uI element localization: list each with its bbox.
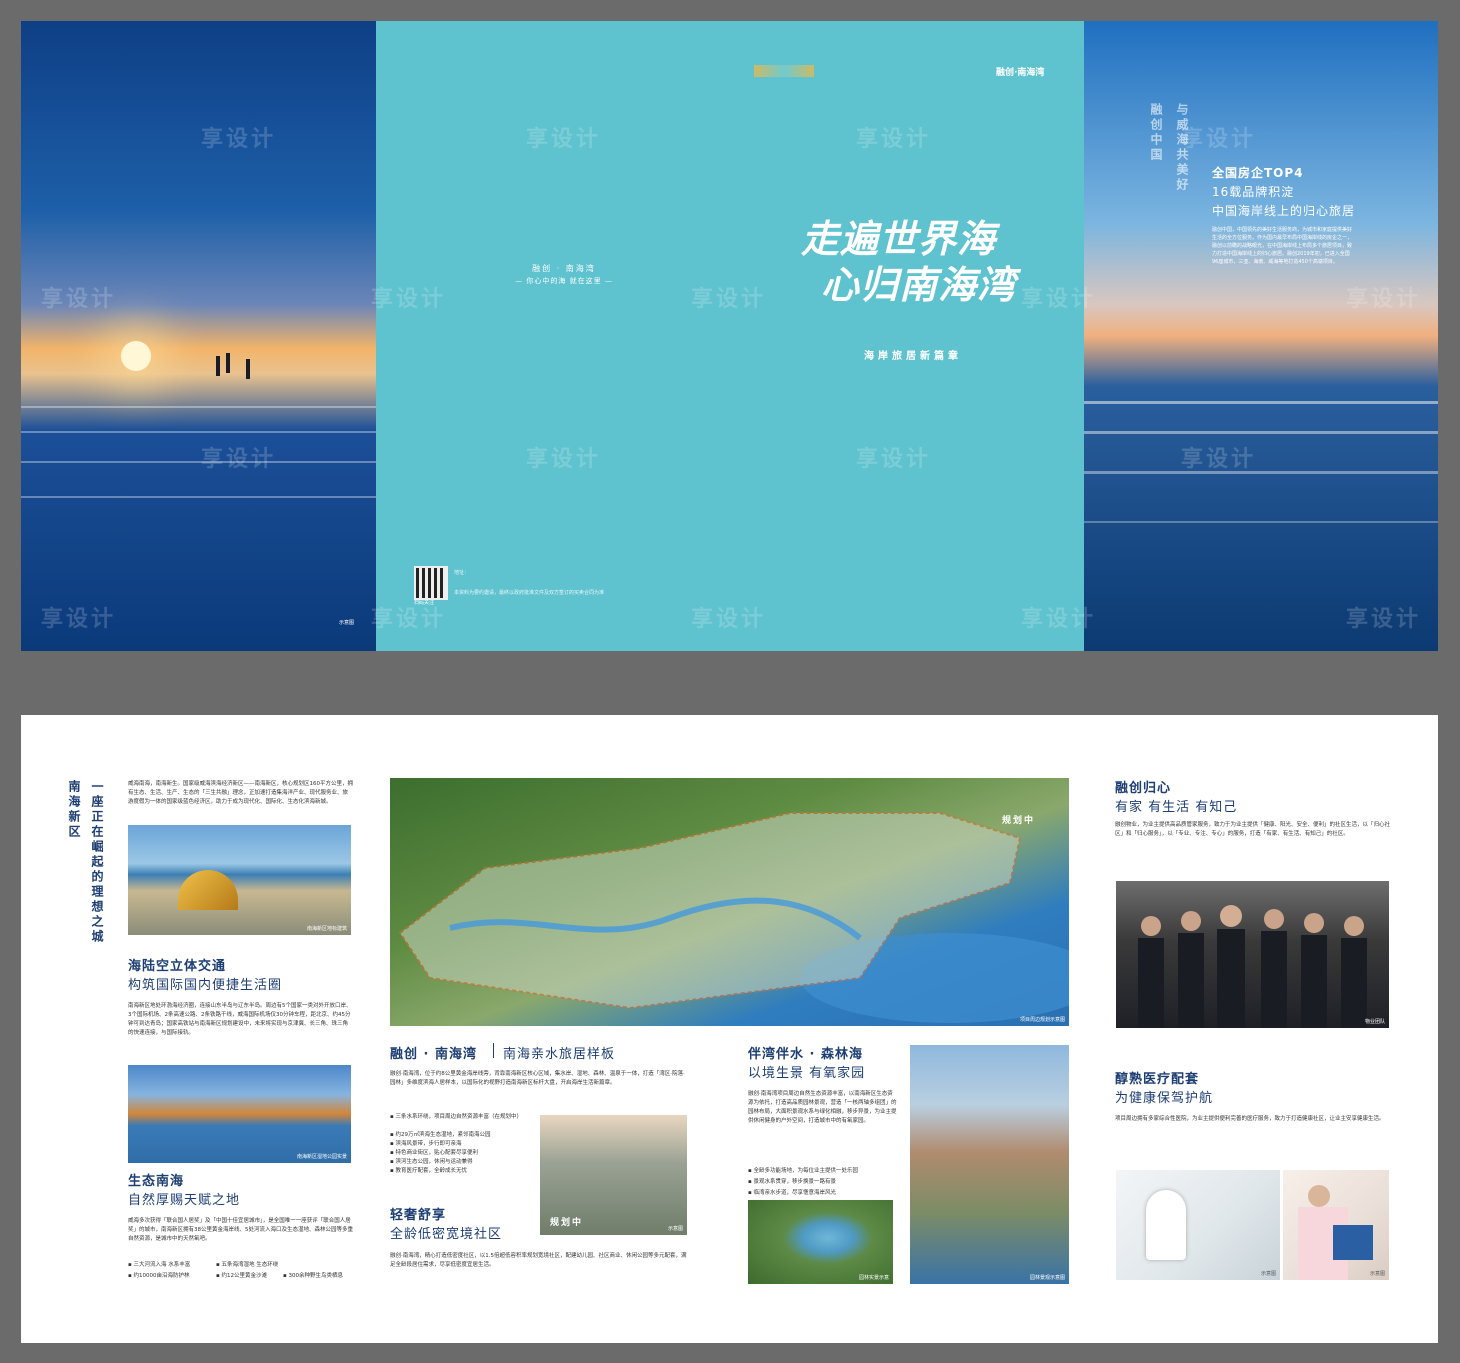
eco-bullet: ▪ 五条海湾湿地 生态环绕 (216, 1262, 279, 1268)
forest-body: 融创·南海湾项目周边自然生态资源丰富，以南海新区生态资源为依托，打造高品质园林景… (748, 1091, 897, 1124)
golden-sculpture (178, 870, 238, 910)
title-divider (493, 1043, 494, 1058)
eco-bullet: ▪ 300余种野生鸟类栖息 (283, 1273, 343, 1279)
watermark: 享设计 (1181, 127, 1257, 152)
eco-bullet: ▪ 约12公里黄金沙滩 (216, 1273, 267, 1279)
right-title-2: 16载品牌积淀 (1212, 185, 1295, 199)
inner-spread: 南海新区 一座正在崛起的理想之城 威海南海，南海新生。国家级威海滨海经济新区——… (21, 715, 1438, 1343)
watermark: 享设计 (691, 607, 767, 632)
watermark: 享设计 (526, 447, 602, 472)
luxe-subheading: 全龄低密宽境社区 (390, 1227, 503, 1242)
medical-photo-2: 示意图 (1283, 1170, 1389, 1280)
watermark: 享设计 (41, 607, 117, 632)
luxe-heading: 轻奢舒享 (390, 1208, 447, 1223)
right-title-3: 中国海岸线上的归心旅居 (1212, 204, 1356, 218)
watermark: 享设计 (1021, 287, 1097, 312)
project-bullet: ▪ 滨海风景带，步行即可亲海 (390, 1141, 462, 1147)
forest-heading: 伴湾伴水 · 森林海 (748, 1047, 863, 1062)
eco-bullet: ▪ 三大河流入海 水系丰富 (128, 1262, 191, 1268)
landmark-photo: 南海新区地标建筑 (128, 825, 351, 935)
watermark: 享设计 (41, 287, 117, 312)
project-bullet: ▪ 约29万㎡滨海生态湿地，紧邻南海公园 (390, 1132, 491, 1138)
forest-bullet: ▪ 景观水系贯穿，移步换景一路有景 (748, 1179, 836, 1185)
headline-line-1: 走遍世界海 (801, 216, 997, 261)
service-body: 融创物业，为业主提供高品质管家服务，致力于为业主提供「健康、阳光、安全、便利」的… (1115, 822, 1391, 837)
medical-subheading: 为健康保驾护航 (1115, 1091, 1214, 1106)
vertical-text-1: 融创中国 (1149, 103, 1163, 163)
garden-aerial-photo: 园林实景示意 (748, 1200, 893, 1284)
property-staff-photo: 物业团队 (1116, 881, 1389, 1028)
right-title-1: 全国房企TOP4 (1212, 166, 1304, 180)
address-text: 地址： (454, 570, 470, 576)
watermark: 享设计 (371, 287, 447, 312)
cover-subtitle: 海岸旅居新篇章 (864, 351, 962, 362)
sun (121, 341, 151, 371)
brand-logo (754, 65, 814, 77)
medical-photo-1: 示意图 (1116, 1170, 1280, 1280)
slogan-line-1: 融创 · 南海湾 (532, 264, 596, 273)
cover-spread: 示意图 融创·南海湾 融创 · 南海湾 — 你心中的海 就在这里 — 走遍世界海… (21, 21, 1438, 651)
forest-bullet: ▪ 全龄多功能场地，为每位业主提供一处乐园 (748, 1168, 858, 1174)
watermark: 享设计 (201, 127, 277, 152)
watermark: 享设计 (201, 447, 277, 472)
project-bullet: ▪ 教育医疗配套，全龄成长无忧 (390, 1168, 467, 1174)
planning-label: 规划中 (1002, 816, 1036, 826)
col1-vertical-title: 南海新区 (67, 780, 81, 840)
left-panel-sunset-photo: 示意图 (21, 21, 376, 651)
medical-heading: 醇熟医疗配套 (1115, 1072, 1200, 1087)
person-silhouette (246, 359, 250, 379)
eco-subheading: 自然厚赐天赋之地 (128, 1193, 241, 1208)
traffic-subheading: 构筑国际国内便捷生活圈 (128, 978, 283, 993)
photo-caption: 示意图 (339, 620, 355, 626)
watermark: 享设计 (856, 447, 932, 472)
project-subtitle: 南海亲水旅居样板 (503, 1047, 616, 1062)
traffic-heading: 海陆空立体交通 (128, 959, 227, 974)
service-heading: 融创归心 (1115, 781, 1172, 796)
forest-subheading: 以境生景 有氧家园 (748, 1066, 866, 1081)
person-silhouette (216, 356, 220, 376)
planning-boundary (398, 812, 1069, 1023)
eco-body: 威海多次获得「联合国人居奖」及「中国十佳宜居城市」，是全国唯一一座获评「联合国人… (128, 1218, 354, 1242)
medical-body: 项目周边拥有多家综合性医院，为业主提供便利完善的医疗服务，致力于打造健康社区，让… (1115, 1116, 1385, 1122)
watermark: 享设计 (526, 127, 602, 152)
luxe-body: 融创·南海湾，精心打造低密度社区，以1.5倍超低容积率规划宽境社区，配建幼儿园、… (390, 1253, 687, 1268)
col1-intro: 威海南海，南海新生。国家级威海滨海经济新区——南海新区，核心规划区160平方公里… (128, 781, 354, 805)
eco-heading: 生态南海 (128, 1174, 185, 1189)
project-intro: 融创·南海湾，位于约8公里黄金海岸线旁，背靠南海新区核心区域，集水岸、湿地、森林… (390, 1071, 685, 1086)
service-subheading: 有家 有生活 有知己 (1115, 800, 1238, 815)
right-panel-sea-photo: 融创中国 与威海共美好 全国房企TOP4 16载品牌积淀 中国海岸线上的归心旅居… (1084, 21, 1438, 651)
wetland-photo: 南海新区湿地公园实景 (128, 1065, 351, 1163)
eco-bullet: ▪ 约10000亩沿海防护林 (128, 1273, 190, 1279)
headline-line-2: 心归南海湾 (821, 262, 1017, 307)
cover-headline: 走遍世界海 心归南海湾 (801, 216, 1016, 308)
project-title: 融创 · 南海湾 (390, 1047, 477, 1062)
project-logo: 融创·南海湾 (996, 68, 1045, 78)
watermark: 享设计 (1181, 447, 1257, 472)
qr-code (414, 566, 448, 600)
project-bullet: ▪ 特色商业街区，贴心配套尽享便利 (390, 1150, 478, 1156)
watermark: 享设计 (856, 127, 932, 152)
person-silhouette (226, 353, 230, 373)
masterplan-aerial-render: 规划中 项目周边规划示意图 (390, 778, 1069, 1026)
watermark: 享设计 (1021, 607, 1097, 632)
project-bullet: ▪ 滨河生态公园，休闲与运动兼得 (390, 1159, 473, 1165)
front-cover: 融创·南海湾 融创 · 南海湾 — 你心中的海 就在这里 — 走遍世界海 心归南… (376, 21, 1084, 651)
col1-vertical-subtitle: 一座正在崛起的理想之城 (90, 780, 104, 945)
watermark: 享设计 (1346, 287, 1422, 312)
garden-pool-render: 园林景观示意图 (910, 1045, 1069, 1284)
slogan-line-2: — 你心中的海 就在这里 — (515, 277, 613, 285)
community-render: 规划中 示意图 (540, 1115, 687, 1235)
watermark: 享设计 (1346, 607, 1422, 632)
watermark: 享设计 (371, 607, 447, 632)
traffic-body: 南海新区地处环渤海经济圈，连接山东半岛与辽东半岛。周边有5个国家一类对外开放口岸… (128, 1003, 352, 1036)
forest-bullet: ▪ 临湾亲水步道，尽享惬意海岸风光 (748, 1190, 836, 1196)
project-bullet: ▪ 三条水系环绕，项目周边自然资源丰富（在规划中） (390, 1114, 522, 1120)
planning-label: 规划中 (550, 1218, 584, 1228)
disclaimer-text: 本资料为要约邀请，最终以政府批准文件及双方签订的买卖合同为准 (454, 590, 605, 596)
right-body-text: 融创中国，中国领先的美好生活服务商，为城市和家庭提供美好生活的全方位服务。作为国… (1212, 227, 1353, 265)
watermark: 享设计 (691, 287, 767, 312)
